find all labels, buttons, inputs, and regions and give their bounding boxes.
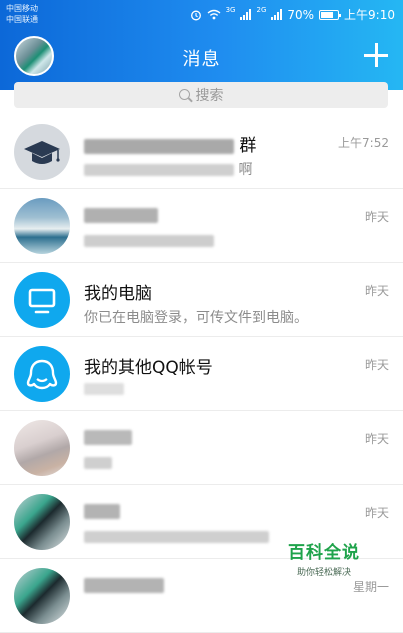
clock: 上午9:10 (344, 8, 395, 22)
conversation-item[interactable]: 我的其他QQ帐号 昨天 (0, 337, 403, 411)
watermark: 百科全说 助你轻松解决 (288, 538, 360, 578)
watermark-subtitle: 助你轻松解决 (296, 568, 351, 578)
conversation-item[interactable]: 昨天 (0, 189, 403, 263)
conversation-preview: 你已在电脑登录，可传文件到电脑。 (84, 310, 308, 326)
network-type-2: 2G (256, 6, 267, 14)
wifi-icon (207, 9, 221, 20)
watermark-title: 百科全说 (288, 543, 360, 563)
redacted-name (84, 503, 120, 519)
conversation-item[interactable]: 群 啊 上午7:52 (0, 115, 403, 189)
redacted-name (84, 207, 158, 223)
conversation-item[interactable]: 昨天 (0, 411, 403, 485)
conversation-preview (84, 381, 124, 397)
conversation-name (84, 205, 158, 225)
redacted-preview (84, 531, 269, 543)
conversation-avatar (14, 420, 70, 476)
conversation-time: 昨天 (364, 432, 389, 446)
name-suffix: 群 (239, 136, 257, 156)
conversation-preview (84, 529, 269, 545)
nav-bar: 消息 (0, 30, 403, 82)
carrier-1: 中国移动 (6, 4, 38, 13)
page-title: 消息 (182, 49, 221, 70)
conversation-time: 昨天 (364, 284, 389, 298)
conversation-avatar (14, 568, 70, 624)
conversation-avatar (14, 272, 70, 328)
conversation-time: 昨天 (364, 506, 389, 520)
battery-icon (319, 9, 342, 20)
redacted-preview (84, 383, 124, 395)
header: 中国移动 中国联通 3G 2G 70% 上午9:10 消息 (0, 0, 403, 90)
conversation-name: 我的其他QQ帐号 (84, 358, 213, 378)
conversation-time: 星期一 (352, 580, 389, 594)
conversation-time: 昨天 (364, 358, 389, 372)
qq-bell-icon (26, 359, 58, 390)
redacted-preview (84, 235, 214, 247)
alarm-icon (190, 10, 201, 20)
conversation-time: 昨天 (364, 210, 389, 224)
redacted-name (84, 577, 164, 593)
conversation-preview: 啊 (84, 159, 252, 179)
status-bar: 中国移动 中国联通 3G 2G 70% 上午9:10 (0, 0, 403, 30)
battery-percent: 70% (287, 7, 315, 22)
preview-suffix: 啊 (238, 162, 253, 178)
status-icons: 3G 2G 70% 上午9:10 (190, 6, 395, 23)
monitor-icon (28, 288, 56, 314)
network-type-1: 3G (225, 6, 236, 14)
carrier-labels: 中国移动 中国联通 (6, 3, 38, 25)
conversation-item[interactable]: 我的电脑 你已在电脑登录，可传文件到电脑。 昨天 (0, 263, 403, 337)
conversation-time: 上午7:52 (338, 136, 389, 150)
redacted-name (84, 429, 132, 445)
conversation-preview (84, 455, 112, 471)
conversation-name: 群 (84, 131, 256, 156)
conversation-avatar (14, 494, 70, 550)
redacted-preview (84, 164, 234, 176)
conversation-name (84, 427, 132, 447)
carrier-2: 中国联通 (6, 15, 38, 24)
conversation-avatar (14, 124, 70, 180)
search-placeholder: 搜索 (195, 88, 224, 104)
redacted-preview (84, 457, 112, 469)
search-icon (178, 88, 190, 100)
redacted-name (84, 138, 234, 154)
conversation-name (84, 501, 120, 521)
conversation-avatar (14, 346, 70, 402)
conversation-name (84, 575, 164, 595)
search-input[interactable]: 搜索 (14, 82, 388, 108)
conversation-name: 我的电脑 (84, 284, 152, 304)
signal-2-icon (271, 9, 283, 20)
conversation-avatar (14, 198, 70, 254)
add-button[interactable] (363, 42, 389, 68)
signal-1-icon (240, 9, 252, 20)
graduation-cap-icon (24, 141, 60, 164)
conversation-preview (84, 233, 214, 249)
